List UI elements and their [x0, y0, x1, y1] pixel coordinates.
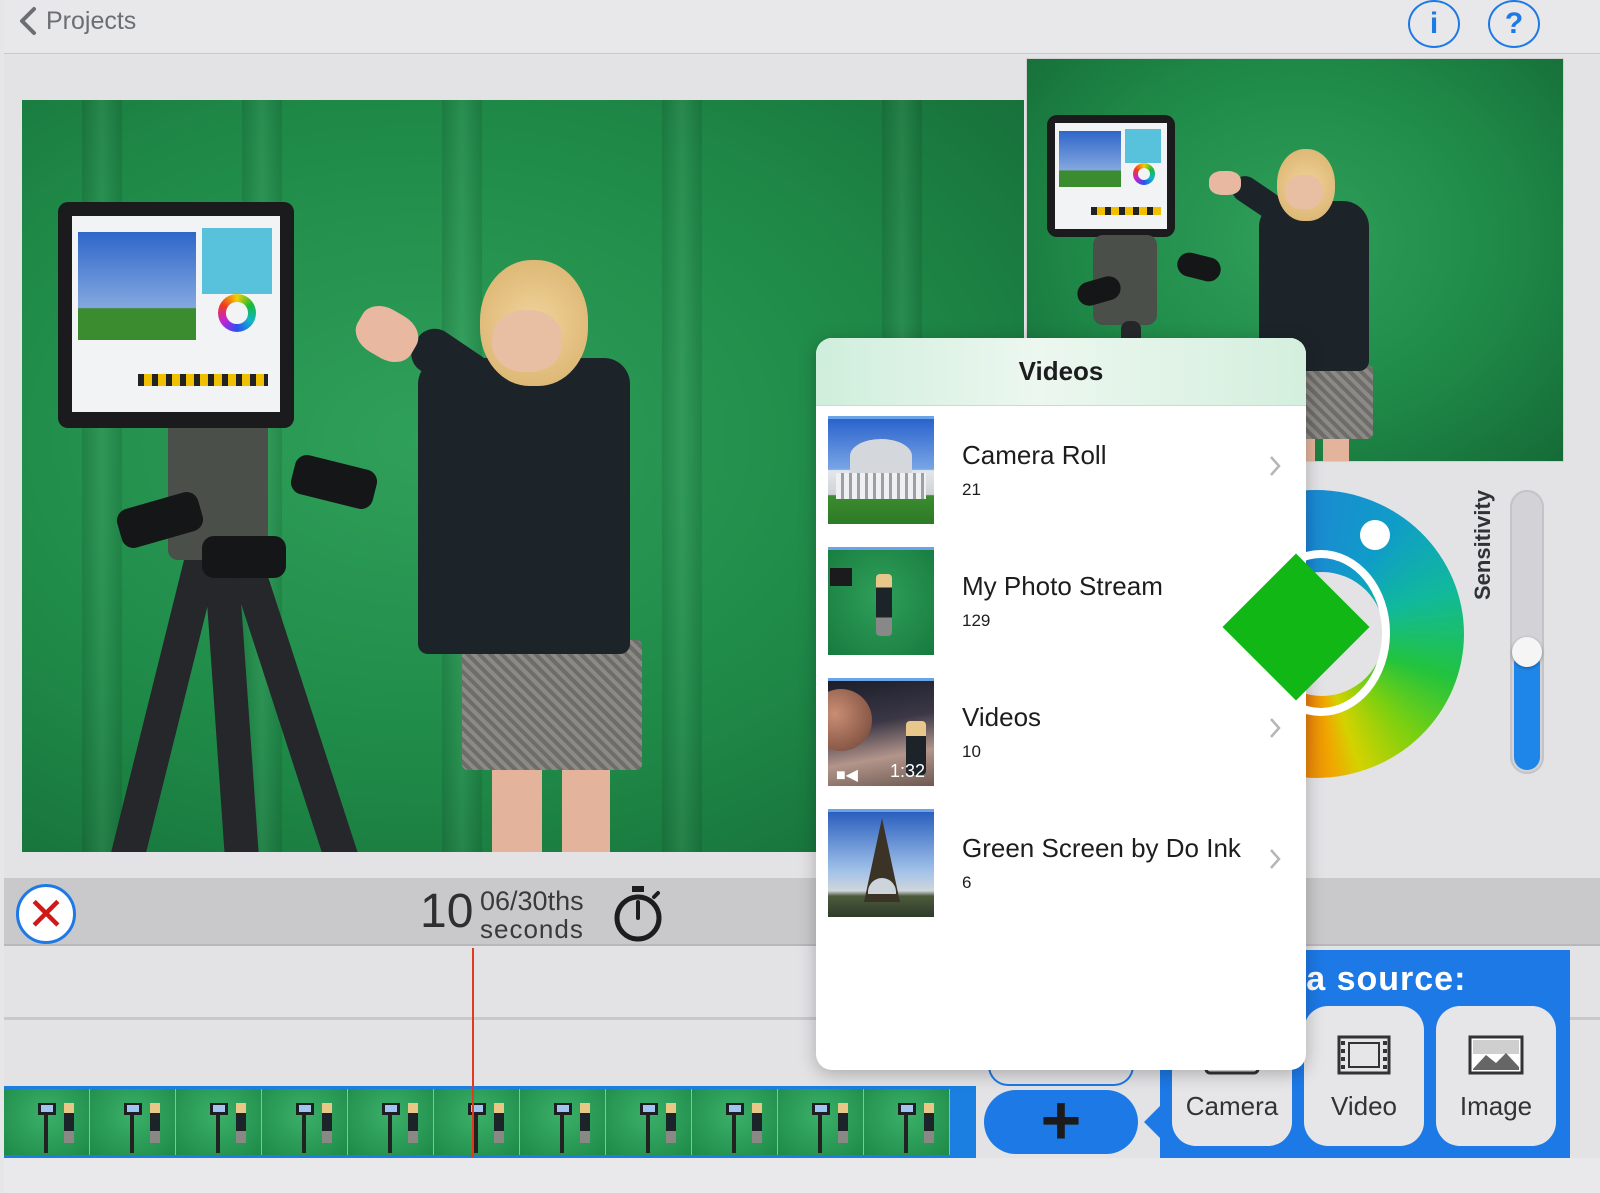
- album-count: 6: [962, 873, 972, 892]
- kid-shorts: [462, 640, 642, 770]
- clip-frame: [4, 1089, 90, 1155]
- time-seconds: 10: [420, 885, 474, 938]
- chevron-left-icon: [20, 7, 36, 35]
- kid-face: [492, 310, 562, 372]
- info-button[interactable]: i: [1408, 0, 1460, 48]
- back-label: Projects: [46, 6, 137, 35]
- tripod-knob: [288, 452, 380, 512]
- kid-shirt: [418, 358, 630, 654]
- help-icon: ?: [1504, 7, 1524, 40]
- chevron-right-icon: [1270, 849, 1281, 869]
- clip-frame: [778, 1089, 864, 1155]
- time-unit: seconds: [480, 914, 584, 944]
- delete-button[interactable]: ✕: [16, 884, 76, 944]
- source-panel-notch: [1144, 1104, 1162, 1140]
- add-button[interactable]: +: [984, 1085, 1138, 1155]
- video-duration: 1:32: [890, 761, 926, 781]
- album-name: Green Screen by Do Ink: [962, 833, 1241, 863]
- clip-frame: [692, 1089, 778, 1155]
- back-button[interactable]: Projects: [18, 6, 136, 36]
- clip-frame: [606, 1089, 692, 1155]
- stopwatch-icon[interactable]: [612, 884, 664, 944]
- video-label: Video: [1330, 1091, 1398, 1121]
- popover-title: Videos: [816, 338, 1306, 406]
- album-count: 10: [962, 742, 981, 761]
- clip-frame: [864, 1089, 950, 1155]
- green-screen-editor: Projects i ? Sensitivity ✕ 10 06/30ths s…: [4, 0, 1600, 1193]
- film-icon: [1337, 1035, 1391, 1075]
- clip-frame: [348, 1089, 434, 1155]
- album-name: Videos: [962, 702, 1042, 732]
- album-count: 129: [962, 611, 991, 630]
- album-name: Camera Roll: [962, 440, 1107, 470]
- bottom-strip: [4, 1158, 1600, 1193]
- top-bar: Projects i ?: [4, 0, 1600, 54]
- album-name: My Photo Stream: [962, 571, 1163, 601]
- sensitivity-fill: [1514, 651, 1540, 770]
- tripod-knob: [1174, 250, 1224, 284]
- time-fraction: 06/30ths: [480, 886, 584, 916]
- album-row-green-screen-by-do-ink[interactable]: Green Screen by Do Ink 6: [816, 799, 1306, 930]
- videos-popover: Videos Camera Roll 21 My Photo Stream 12…: [816, 338, 1306, 1070]
- clip-frame: [434, 1089, 520, 1155]
- playhead[interactable]: [472, 948, 474, 1158]
- album-thumbnail: [828, 809, 934, 917]
- sensitivity-label: Sensitivity: [1470, 489, 1495, 600]
- sensitivity-knob[interactable]: [1512, 637, 1542, 667]
- album-count: 21: [962, 480, 981, 499]
- chevron-right-icon: [1270, 456, 1281, 476]
- clip-frame: [90, 1089, 176, 1155]
- tablet-device: [58, 202, 294, 428]
- video-camera-icon: ■◀: [836, 767, 858, 784]
- key-color-handle[interactable]: [1360, 520, 1390, 550]
- curtain-fold: [662, 100, 702, 852]
- tablet-device: [1047, 115, 1175, 237]
- image-source-button[interactable]: Image: [1436, 1006, 1556, 1146]
- clip-frame: [262, 1089, 348, 1155]
- album-thumbnail: [828, 547, 934, 655]
- album-thumbnail: [828, 416, 934, 524]
- image-label: Image: [1459, 1091, 1533, 1121]
- image-icon: [1468, 1035, 1524, 1075]
- background-video-clip[interactable]: [4, 1086, 976, 1158]
- info-icon: i: [1429, 7, 1439, 40]
- plus-icon: +: [1040, 1081, 1082, 1159]
- album-row-my-photo-stream[interactable]: My Photo Stream 129: [816, 537, 1306, 668]
- close-icon: ✕: [26, 888, 66, 940]
- kid-face: [1285, 175, 1323, 209]
- tripod-knob: [202, 536, 286, 578]
- time-bar: [4, 878, 1600, 946]
- camera-label: Camera: [1185, 1091, 1279, 1121]
- kid-hand: [1209, 171, 1241, 195]
- help-button[interactable]: ?: [1488, 0, 1540, 48]
- album-row-videos[interactable]: ■◀ 1:32 Videos 10: [816, 668, 1306, 799]
- album-thumbnail: ■◀ 1:32: [828, 678, 934, 786]
- clip-frame: [520, 1089, 606, 1155]
- chevron-right-icon: [1270, 718, 1281, 738]
- clip-frame: [176, 1089, 262, 1155]
- album-row-camera-roll[interactable]: Camera Roll 21: [816, 406, 1306, 537]
- video-source-button[interactable]: Video: [1304, 1006, 1424, 1146]
